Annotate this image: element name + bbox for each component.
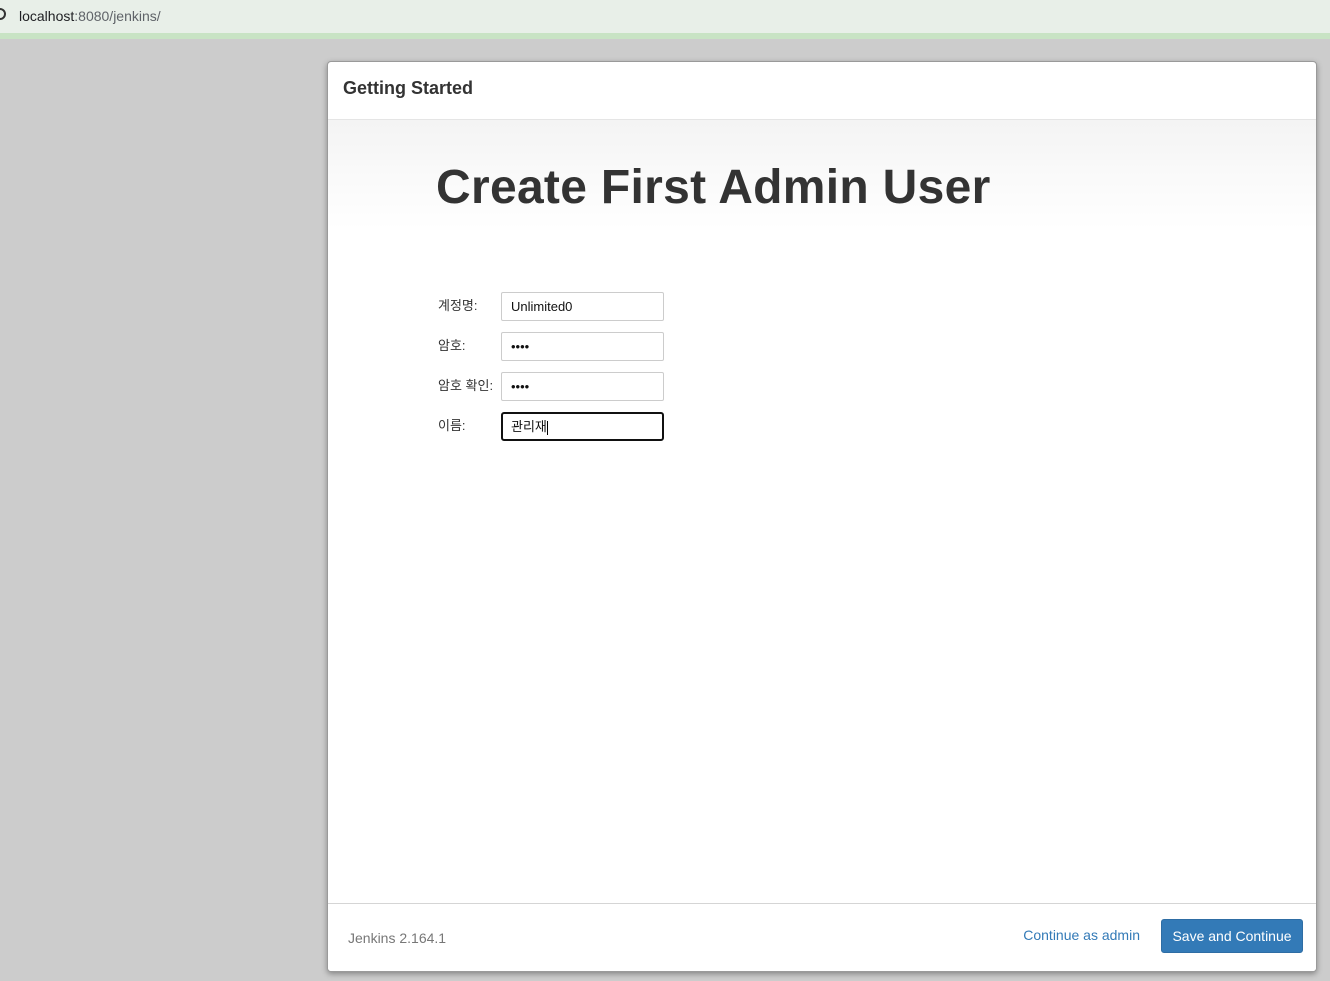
fullname-input[interactable]: 관리재 xyxy=(501,412,664,441)
password-confirm-label: 암호 확인: xyxy=(438,378,494,393)
form-row-password: 암호: •••• xyxy=(438,332,698,362)
form-row-password-confirm: 암호 확인: •••• xyxy=(438,372,698,402)
fullname-value: 관리재 xyxy=(511,419,547,434)
text-caret xyxy=(546,420,548,435)
setup-wizard-dialog: Getting Started Create First Admin User … xyxy=(327,61,1317,972)
username-input[interactable]: Unlimited0 xyxy=(501,292,664,321)
password-label: 암호: xyxy=(438,338,466,353)
url-host: localhost xyxy=(19,8,75,24)
page-title: Create First Admin User xyxy=(436,161,991,214)
form-row-username: 계정명: Unlimited0 xyxy=(438,292,698,322)
url-path: :8080/jenkins/ xyxy=(74,8,161,24)
site-info-icon[interactable] xyxy=(0,8,6,20)
dialog-body: Create First Admin User 계정명: Unlimited0 … xyxy=(328,120,1316,905)
fullname-label: 이름: xyxy=(438,418,466,433)
dialog-title: Getting Started xyxy=(343,78,474,98)
dialog-header: Getting Started xyxy=(328,62,1316,120)
save-and-continue-button[interactable]: Save and Continue xyxy=(1161,919,1303,953)
url-field[interactable]: localhost:8080/jenkins/ xyxy=(19,8,161,24)
version-label: Jenkins 2.164.1 xyxy=(348,930,447,946)
form-row-fullname: 이름: 관리재 xyxy=(438,412,698,442)
password-confirm-input[interactable]: •••• xyxy=(501,372,664,401)
continue-as-admin-link[interactable]: Continue as admin xyxy=(1023,927,1140,943)
username-label: 계정명: xyxy=(438,298,478,313)
password-input[interactable]: •••• xyxy=(501,332,664,361)
browser-address-bar: localhost:8080/jenkins/ xyxy=(0,0,1330,39)
dialog-footer: Jenkins 2.164.1 Continue as admin Save a… xyxy=(328,903,1316,971)
